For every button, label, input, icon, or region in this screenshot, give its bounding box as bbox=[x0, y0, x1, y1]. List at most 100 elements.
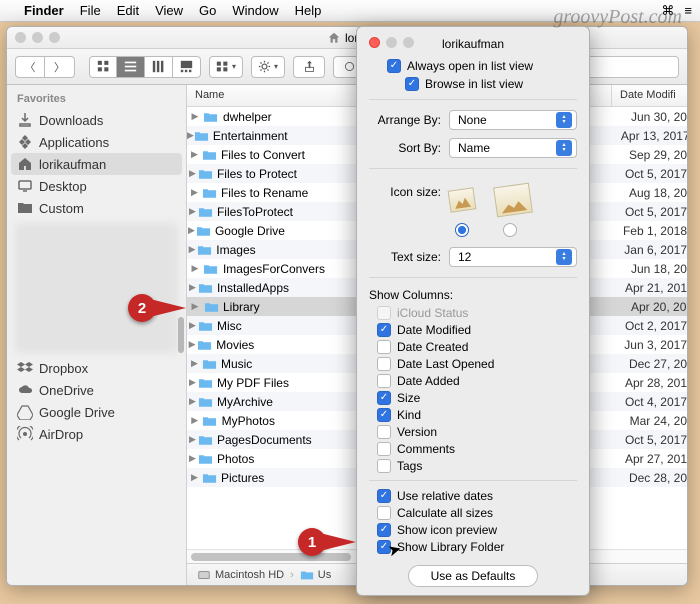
path-segment[interactable]: Macintosh HD bbox=[215, 569, 284, 581]
folder-icon bbox=[194, 128, 209, 144]
arrange-button[interactable]: ▾ bbox=[209, 56, 243, 78]
sidebar-item-airdrop[interactable]: AirDrop bbox=[7, 423, 186, 445]
column-version-checkbox[interactable] bbox=[377, 425, 391, 439]
view-mode-segment[interactable] bbox=[89, 56, 201, 78]
column-option-label: iCloud Status bbox=[397, 306, 468, 320]
sidebar-item-desktop[interactable]: Desktop bbox=[7, 175, 186, 197]
sidebar-item-google-drive[interactable]: Google Drive bbox=[7, 401, 186, 423]
column-option-label: Tags bbox=[397, 459, 422, 473]
menu-view[interactable]: View bbox=[155, 3, 183, 18]
column-option-label: Size bbox=[397, 391, 420, 405]
close-button[interactable] bbox=[369, 37, 380, 48]
file-date: Oct 5, 2017 bbox=[617, 167, 687, 181]
icon-size-large-radio[interactable] bbox=[503, 223, 517, 237]
disclosure-triangle-icon[interactable]: ▶ bbox=[187, 453, 198, 464]
back-button[interactable]: 〈 bbox=[15, 56, 45, 78]
arrange-by-popup[interactable]: None▴▾ bbox=[449, 110, 577, 130]
text-size-popup[interactable]: 12▴▾ bbox=[449, 247, 577, 267]
always-open-label: Always open in list view bbox=[407, 59, 533, 73]
use-as-defaults-button[interactable]: Use as Defaults bbox=[408, 565, 538, 587]
gdrive-icon bbox=[17, 404, 33, 420]
column-tags-checkbox[interactable] bbox=[377, 459, 391, 473]
traffic-lights[interactable] bbox=[15, 32, 60, 43]
column-kind-checkbox[interactable] bbox=[377, 408, 391, 422]
disclosure-triangle-icon[interactable]: ▶ bbox=[187, 472, 202, 483]
menu-edit[interactable]: Edit bbox=[117, 3, 139, 18]
column-date-last-opened-checkbox[interactable] bbox=[377, 357, 391, 371]
menu-help[interactable]: Help bbox=[295, 3, 322, 18]
menuextra-icon2[interactable]: ≡ bbox=[684, 3, 692, 18]
list-view-button[interactable] bbox=[117, 56, 145, 78]
download-icon bbox=[17, 112, 33, 128]
sort-by-popup[interactable]: Name▴▾ bbox=[449, 138, 577, 158]
apps-icon bbox=[17, 134, 33, 150]
disclosure-triangle-icon[interactable]: ▶ bbox=[187, 377, 198, 388]
disclosure-triangle-icon[interactable]: ▶ bbox=[187, 263, 203, 274]
disclosure-triangle-icon[interactable]: ▶ bbox=[187, 434, 198, 445]
folder-icon bbox=[202, 185, 217, 201]
browse-in-label: Browse in list view bbox=[425, 77, 523, 91]
disclosure-triangle-icon[interactable]: ▶ bbox=[187, 187, 202, 198]
view-options-panel: lorikaufman Always open in list view Bro… bbox=[356, 26, 590, 596]
sidebar-section-header: Favorites bbox=[7, 85, 186, 109]
disclosure-triangle-icon[interactable]: ▶ bbox=[187, 358, 202, 369]
browse-in-checkbox[interactable] bbox=[405, 77, 419, 91]
disclosure-triangle-icon[interactable]: ▶ bbox=[187, 339, 197, 350]
disclosure-triangle-icon[interactable]: ▶ bbox=[187, 320, 198, 331]
disclosure-triangle-icon[interactable]: ▶ bbox=[187, 111, 203, 122]
path-segment[interactable]: Us bbox=[318, 569, 331, 581]
sidebar-splitter[interactable] bbox=[176, 85, 186, 585]
panel-traffic-lights[interactable] bbox=[369, 37, 414, 48]
column-date-added-checkbox[interactable] bbox=[377, 374, 391, 388]
column-option-label: Date Added bbox=[397, 374, 460, 388]
column-date-created-checkbox[interactable] bbox=[377, 340, 391, 354]
sidebar-item-label: AirDrop bbox=[39, 427, 83, 442]
icon-view-button[interactable] bbox=[89, 56, 117, 78]
forward-button[interactable]: 〉 bbox=[45, 56, 75, 78]
folder-icon bbox=[202, 147, 217, 163]
use-relative-dates-checkbox[interactable] bbox=[377, 489, 391, 503]
column-date-modified-checkbox[interactable] bbox=[377, 323, 391, 337]
column-view-button[interactable] bbox=[145, 56, 173, 78]
disclosure-triangle-icon[interactable]: ▶ bbox=[187, 282, 198, 293]
menu-file[interactable]: File bbox=[80, 3, 101, 18]
sidebar-item-label: lorikaufman bbox=[39, 157, 106, 172]
disclosure-triangle-icon[interactable]: ▶ bbox=[187, 130, 194, 141]
sidebar-item-onedrive[interactable]: OneDrive bbox=[7, 379, 186, 401]
folder-icon bbox=[198, 318, 213, 334]
disclosure-triangle-icon[interactable]: ▶ bbox=[187, 149, 202, 160]
menubar-app-name[interactable]: Finder bbox=[24, 3, 64, 18]
folder-icon bbox=[198, 204, 213, 220]
menu-window[interactable]: Window bbox=[232, 3, 278, 18]
file-date: Mar 24, 20 bbox=[622, 414, 687, 428]
share-button[interactable] bbox=[293, 56, 325, 78]
show-icon-preview-checkbox[interactable] bbox=[377, 523, 391, 537]
disclosure-triangle-icon[interactable]: ▶ bbox=[187, 415, 202, 426]
folder-icon bbox=[198, 394, 213, 410]
disclosure-triangle-icon[interactable]: ▶ bbox=[187, 244, 197, 255]
disclosure-triangle-icon[interactable]: ▶ bbox=[187, 225, 196, 236]
folder-icon bbox=[198, 451, 213, 467]
watermark-text: groovyPost.com bbox=[553, 6, 682, 29]
disclosure-triangle-icon[interactable]: ▶ bbox=[187, 396, 198, 407]
disclosure-triangle-icon[interactable]: ▶ bbox=[187, 168, 198, 179]
column-header-date[interactable]: Date Modifi bbox=[612, 85, 687, 106]
calculate-all-sizes-checkbox[interactable] bbox=[377, 506, 391, 520]
action-button[interactable]: ▾ bbox=[251, 56, 285, 78]
sidebar-item-dropbox[interactable]: Dropbox bbox=[7, 357, 186, 379]
column-comments-checkbox[interactable] bbox=[377, 442, 391, 456]
disclosure-triangle-icon[interactable]: ▶ bbox=[187, 301, 203, 312]
sidebar-item-custom[interactable]: Custom bbox=[7, 197, 186, 219]
disclosure-triangle-icon[interactable]: ▶ bbox=[187, 206, 198, 217]
column-size-checkbox[interactable] bbox=[377, 391, 391, 405]
gallery-view-button[interactable] bbox=[173, 56, 201, 78]
file-date: Apr 21, 201 bbox=[617, 281, 687, 295]
menu-go[interactable]: Go bbox=[199, 3, 216, 18]
column-option-label: Date Modified bbox=[397, 323, 471, 337]
sidebar-item-applications[interactable]: Applications bbox=[7, 131, 186, 153]
column-option-label: Date Created bbox=[397, 340, 468, 354]
always-open-checkbox[interactable] bbox=[387, 59, 401, 73]
icon-size-small-radio[interactable] bbox=[455, 223, 469, 237]
sidebar-item-lorikaufman[interactable]: lorikaufman bbox=[11, 153, 182, 175]
sidebar-item-downloads[interactable]: Downloads bbox=[7, 109, 186, 131]
